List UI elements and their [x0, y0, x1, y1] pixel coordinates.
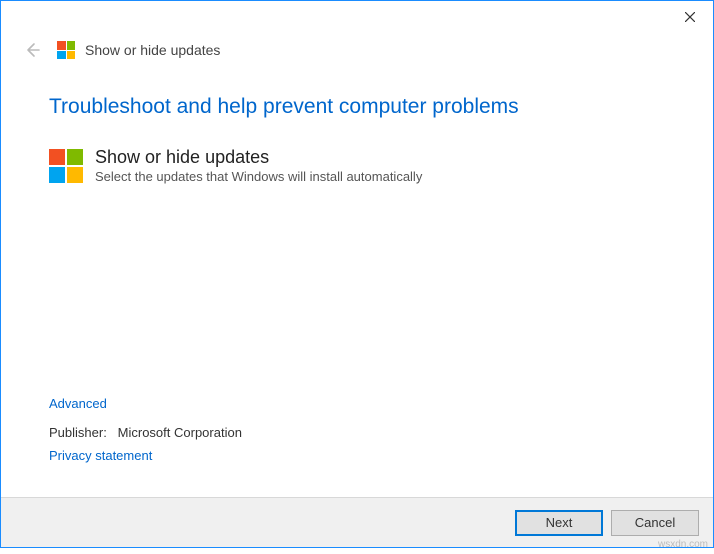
option-show-hide-updates[interactable]: Show or hide updates Select the updates … [49, 147, 665, 184]
back-arrow-icon [21, 39, 43, 61]
option-text: Show or hide updates Select the updates … [95, 147, 422, 184]
privacy-link[interactable]: Privacy statement [49, 448, 152, 463]
main-heading: Troubleshoot and help prevent computer p… [49, 95, 665, 119]
button-bar: Next Cancel [1, 497, 713, 547]
watermark: wsxdn.com [658, 539, 708, 550]
microsoft-logo-icon [49, 149, 83, 183]
troubleshooter-window: Show or hide updates Troubleshoot and he… [0, 0, 714, 548]
microsoft-logo-icon [57, 41, 75, 59]
content-area: Troubleshoot and help prevent computer p… [1, 75, 713, 497]
close-button[interactable] [667, 1, 713, 33]
footer-links: Advanced Publisher: Microsoft Corporatio… [49, 396, 665, 477]
titlebar [1, 1, 713, 33]
option-title: Show or hide updates [95, 147, 422, 168]
option-description: Select the updates that Windows will ins… [95, 169, 422, 184]
header-title: Show or hide updates [85, 42, 220, 58]
publisher-label: Publisher: [49, 425, 107, 440]
cancel-button[interactable]: Cancel [611, 510, 699, 536]
advanced-link[interactable]: Advanced [49, 396, 107, 411]
publisher-row: Publisher: Microsoft Corporation [49, 425, 665, 440]
next-button[interactable]: Next [515, 510, 603, 536]
header: Show or hide updates [1, 33, 713, 75]
publisher-value: Microsoft Corporation [118, 425, 242, 440]
